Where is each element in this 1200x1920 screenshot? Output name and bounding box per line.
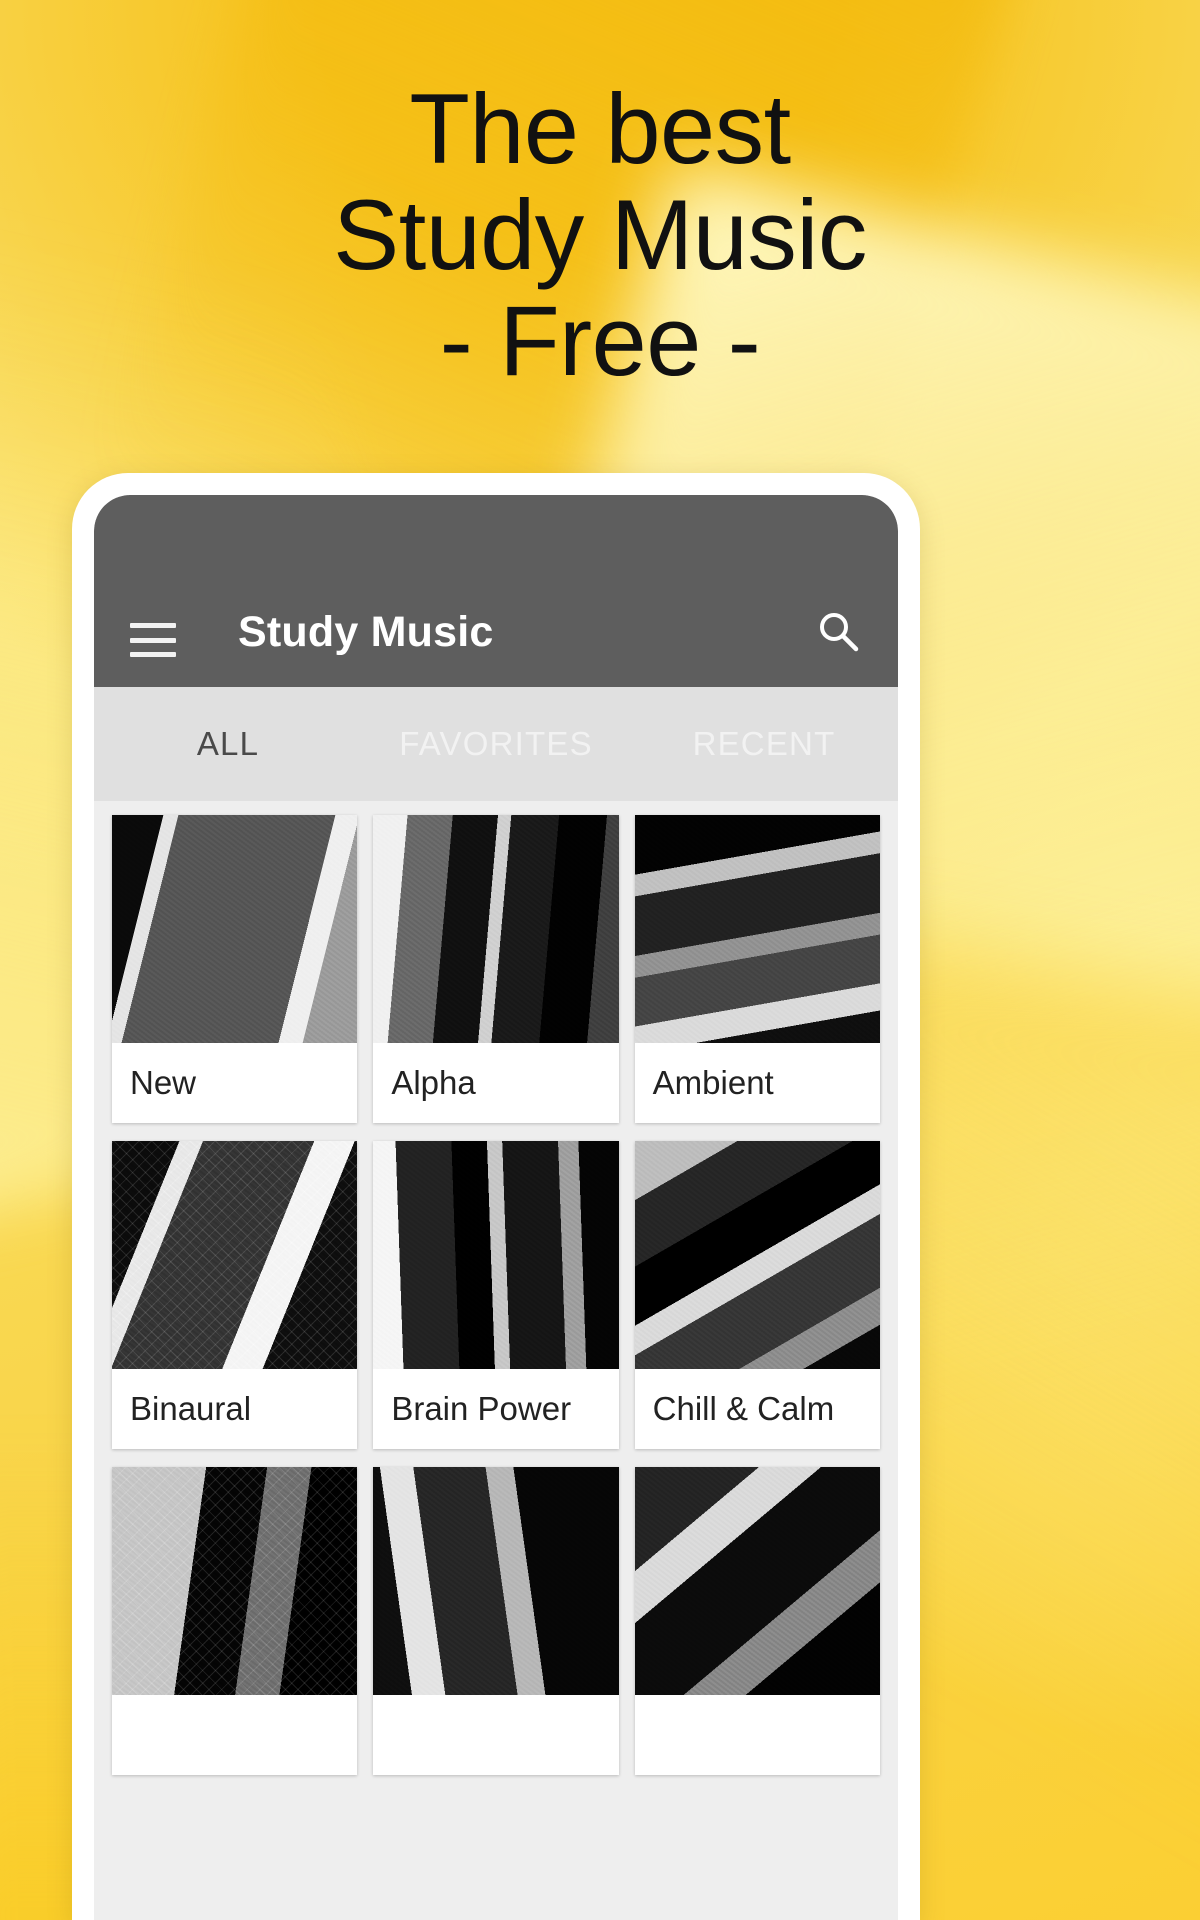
category-card[interactable]: Brain Power — [373, 1141, 619, 1449]
promo-screenshot: The best Study Music - Free - Study Musi… — [0, 0, 1200, 1920]
category-thumbnail — [112, 1467, 358, 1695]
tab-all[interactable]: ALL — [94, 725, 362, 763]
phone-screen: Study Music ALL FAVORITES RECENT New Alp… — [94, 495, 898, 1920]
category-label — [112, 1695, 357, 1775]
category-label: Alpha — [391, 1064, 476, 1101]
category-thumbnail — [373, 815, 619, 1043]
category-grid: New Alpha Ambient Binaural Brain Power C… — [94, 801, 898, 1920]
category-label — [635, 1695, 880, 1775]
promo-headline: The best Study Music - Free - — [333, 73, 867, 396]
category-card[interactable]: New — [112, 815, 358, 1123]
hamburger-menu-icon[interactable] — [130, 623, 176, 657]
tab-bar: ALL FAVORITES RECENT — [94, 687, 898, 801]
category-label: New — [130, 1064, 197, 1101]
category-thumbnail — [373, 1467, 619, 1695]
app-bar: Study Music — [94, 495, 898, 687]
category-card[interactable] — [634, 1467, 880, 1775]
phone-mockup: Study Music ALL FAVORITES RECENT New Alp… — [72, 473, 920, 1920]
category-thumbnail — [112, 815, 358, 1043]
category-label — [373, 1695, 618, 1775]
category-thumbnail — [373, 1141, 619, 1369]
category-card[interactable]: Binaural — [112, 1141, 358, 1449]
category-card[interactable]: Chill & Calm — [634, 1141, 880, 1449]
tab-recent[interactable]: RECENT — [630, 725, 898, 763]
category-card[interactable] — [112, 1467, 358, 1775]
category-thumbnail — [634, 815, 880, 1043]
category-thumbnail — [634, 1467, 880, 1695]
page-title: Study Music — [238, 608, 494, 656]
category-card[interactable]: Ambient — [634, 815, 880, 1123]
tab-favorites[interactable]: FAVORITES — [362, 725, 630, 763]
category-thumbnail — [634, 1141, 880, 1369]
category-label: Chill & Calm — [652, 1390, 835, 1427]
category-label: Brain Power — [391, 1390, 572, 1427]
category-label: Ambient — [652, 1064, 774, 1101]
category-card[interactable]: Alpha — [373, 815, 619, 1123]
category-label: Binaural — [130, 1390, 252, 1427]
category-thumbnail — [112, 1141, 358, 1369]
search-icon[interactable] — [814, 607, 862, 655]
category-card[interactable] — [373, 1467, 619, 1775]
